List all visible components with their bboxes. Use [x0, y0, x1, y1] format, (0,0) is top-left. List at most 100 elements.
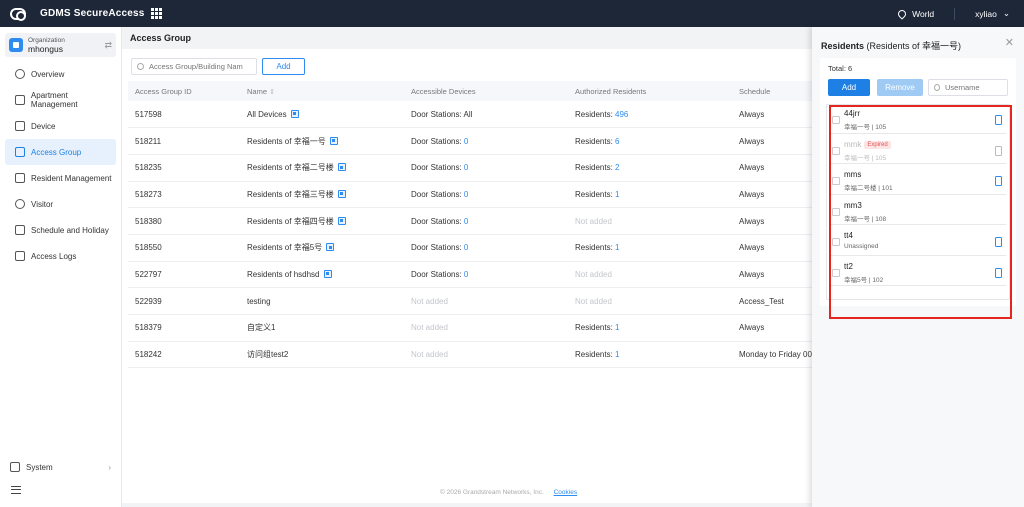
user-menu[interactable]: xyliao	[975, 9, 997, 19]
organization-switcher[interactable]: Organization mhongus ⇄	[5, 33, 116, 57]
resident-item[interactable]: tt2 幸福5号 | 102	[830, 260, 1006, 286]
collapse-menu-icon[interactable]	[11, 486, 21, 494]
cell-residents: Residents: 6	[568, 127, 732, 155]
residents-value[interactable]: 496	[615, 110, 628, 119]
devices-value[interactable]: 0	[464, 243, 468, 252]
expired-badge: Expired	[864, 140, 891, 149]
table-row[interactable]: 522939 testing Not added Not added Access_Te…	[128, 287, 818, 315]
cell-residents: Not added	[568, 261, 732, 289]
table-row[interactable]: 517598 All Devices Door Stations: All Resid…	[128, 101, 818, 129]
sidebar-item-access-logs[interactable]: Access Logs	[5, 243, 116, 269]
sidebar-item-overview[interactable]: Overview	[5, 61, 116, 87]
cell-id: 518379	[128, 314, 240, 342]
visitor-icon	[15, 199, 25, 209]
resident-checkbox[interactable]	[832, 146, 840, 155]
devices-value[interactable]: 0	[464, 190, 468, 199]
sidebar-item-apartment-management[interactable]: Apartment Management	[5, 87, 116, 113]
sidebar-item-system[interactable]: System ›	[5, 455, 117, 479]
devices-value[interactable]: 0	[464, 217, 468, 226]
table-row[interactable]: 522797 Residents of hsdhsd Door Stations: …	[128, 261, 818, 289]
search-field[interactable]	[131, 58, 257, 75]
resident-item[interactable]: mms 幸福二号楼 | 101	[830, 168, 1006, 195]
table-row[interactable]: 518550 Residents of 幸福5号 Door Stations: 0R…	[128, 234, 818, 262]
col-header-id: Access Group ID	[128, 81, 240, 101]
resident-checkbox[interactable]	[832, 177, 840, 185]
add-resident-button[interactable]: Add	[828, 79, 870, 96]
cell-residents: Not added	[568, 287, 732, 315]
sidebar-item-schedule-and-holiday[interactable]: Schedule and Holiday	[5, 217, 116, 243]
resident-unit: Unassigned	[844, 243, 879, 250]
cell-devices: Not added	[404, 287, 568, 315]
cell-name: 访问组test2	[240, 341, 404, 369]
cell-name: testing	[240, 287, 404, 315]
resident-checkbox[interactable]	[832, 116, 840, 124]
cell-devices: Door Stations: 0	[404, 181, 568, 209]
cell-name: Residents of 幸福二号楼	[240, 154, 404, 182]
table-row[interactable]: 518379 自定义1 Not added Residents: 1 Always	[128, 314, 818, 342]
table-row[interactable]: 518380 Residents of 幸福四号楼 Door Stations: 0…	[128, 207, 818, 235]
resident-item[interactable]: mmk Expired 幸福一号 | 105	[830, 138, 1006, 164]
group-type-icon	[290, 109, 299, 118]
top-bar: GDMS SecureAccess World xyliao ⌄	[0, 0, 1024, 27]
table-row[interactable]: 518242 访问组test2 Not added Residents: 1 Monda…	[128, 341, 818, 369]
table-row[interactable]: 518273 Residents of 幸福三号楼 Door Stations: 0…	[128, 181, 818, 209]
search-icon	[934, 84, 940, 91]
residents-value: Not added	[575, 269, 612, 279]
cell-schedule: Always	[732, 261, 818, 289]
location-pin-icon	[896, 7, 908, 20]
table-row[interactable]: 518235 Residents of 幸福二号楼 Door Stations: 0…	[128, 154, 818, 182]
residents-value[interactable]: 6	[615, 137, 619, 146]
residents-value[interactable]: 1	[615, 323, 619, 332]
devices-value[interactable]: 0	[464, 137, 468, 146]
resident-name: mm3	[844, 200, 862, 210]
sidebar: Organization mhongus ⇄ Overview Apartment…	[0, 27, 122, 507]
building-icon	[15, 95, 25, 105]
col-header-name[interactable]: Name ⇕	[240, 81, 404, 101]
cookies-link[interactable]: Cookies	[554, 489, 577, 496]
chevron-right-icon: ›	[108, 462, 111, 472]
table-row[interactable]: 518211 Residents of 幸福一号 Door Stations: 0R…	[128, 127, 818, 155]
remove-resident-button[interactable]: Remove	[877, 79, 923, 96]
cell-id: 518273	[128, 181, 240, 209]
resident-unit: 幸福5号 | 102	[844, 276, 884, 284]
cell-devices: Not added	[404, 314, 568, 342]
search-input[interactable]	[149, 62, 254, 71]
resident-checkbox[interactable]	[832, 207, 840, 216]
resident-item[interactable]: tt4 Unassigned	[830, 229, 1006, 256]
access-group-icon	[15, 147, 25, 157]
sidebar-item-visitor[interactable]: Visitor	[5, 191, 116, 217]
chevron-down-icon[interactable]: ⌄	[1003, 8, 1010, 19]
add-access-group-button[interactable]: Add	[262, 58, 305, 75]
close-icon[interactable]: ✕	[1005, 36, 1014, 49]
residents-value[interactable]: 1	[615, 350, 619, 359]
devices-value[interactable]: 0	[464, 270, 468, 279]
copyright: © 2026 Grandstream Networks, Inc.	[440, 489, 544, 496]
sidebar-item-access-group[interactable]: Access Group	[5, 139, 116, 165]
swap-icon[interactable]: ⇄	[104, 40, 112, 51]
app-grid-icon[interactable]	[150, 8, 162, 19]
devices-value[interactable]: 0	[464, 163, 468, 172]
resident-item[interactable]: 44jrr 幸福一号 | 105	[830, 107, 1006, 134]
resident-checkbox[interactable]	[832, 268, 840, 277]
sidebar-item-device[interactable]: Device	[5, 113, 116, 139]
sidebar-item-resident-management[interactable]: Resident Management	[5, 165, 116, 191]
resident-name: mmk Expired	[844, 140, 891, 149]
group-type-icon	[337, 189, 346, 198]
residents-value[interactable]: 1	[615, 190, 619, 199]
residents-value[interactable]: 1	[615, 243, 619, 252]
resident-checkbox[interactable]	[832, 238, 840, 246]
username-search-field[interactable]	[928, 79, 1008, 96]
residents-value[interactable]: 2	[615, 163, 619, 172]
drawer-title: Residents (Residents of 幸福一号)	[821, 41, 962, 51]
cell-devices: Not added	[404, 341, 568, 369]
username-search-input[interactable]	[945, 83, 1007, 92]
resident-item[interactable]: mm3 幸福一号 | 108	[830, 199, 1006, 225]
calendar-icon	[15, 225, 25, 235]
mobile-phone-icon	[995, 145, 1002, 156]
col-header-residents: Authorized Residents	[568, 81, 732, 101]
sort-icon: ⇕	[269, 88, 275, 96]
residents-value: Not added	[575, 296, 612, 306]
region-selector[interactable]: World	[912, 9, 934, 19]
cell-name: 自定义1	[240, 314, 404, 342]
cell-devices: Door Stations: 0	[404, 207, 568, 235]
